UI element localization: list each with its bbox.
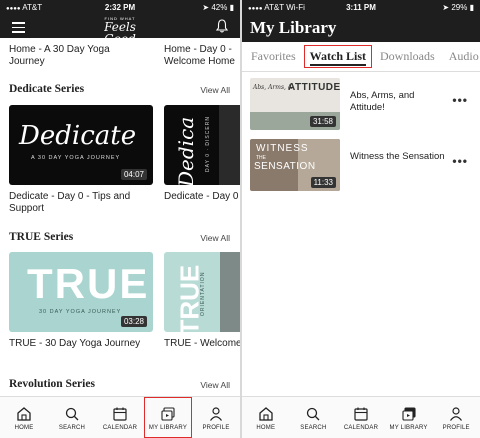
thumbnail-title: Dedicate [19,121,137,151]
view-all-link[interactable]: View All [200,85,230,95]
section-title-dedicate: Dedicate Series [9,83,85,95]
battery-percent: 29% [451,2,468,12]
video-title[interactable]: Dedicate - Day 0 [164,191,240,203]
signal-icon: ●●●● [248,5,263,12]
status-time: 3:11 PM [346,2,376,12]
thumbnail-subtitle: A 30 DAY YOGA JOURNEY [31,155,121,161]
library-screen: ●●●● AT&T Wi-Fi 3:11 PM ➤ 29% ▮ My Libra… [242,0,480,438]
home-screen: ●●●● AT&T 2:32 PM ➤ 42% ▮ FIND WHAT Feel… [0,0,240,438]
tab-home[interactable]: HOME [0,397,48,438]
video-title[interactable]: TRUE - Welcome [164,338,240,350]
video-title[interactable]: Home - Day 0 - Welcome Home [164,44,240,68]
tab-downloads[interactable]: Downloads [371,49,440,64]
search-icon [65,407,79,421]
thumbnail-image [220,252,240,332]
calendar-icon [354,407,368,421]
library-icon [402,407,416,421]
list-item[interactable]: Abs, Arms, & ATTITUDE 31:58 Abs, Arms, a… [250,78,472,130]
tab-my-library[interactable]: MY LIBRARY [144,397,192,438]
tab-label: PROFILE [202,425,230,431]
battery-icon: ▮ [229,2,234,12]
tab-label: MY LIBRARY [389,425,428,431]
video-thumbnail[interactable]: Dedica DAY 0 · DISCERN [164,105,240,185]
more-options-icon[interactable]: ••• [452,154,468,168]
tab-home[interactable]: HOME [242,397,290,438]
tab-label: MY LIBRARY [148,425,188,431]
tab-label: SEARCH [58,425,86,431]
library-subtabs: Favorites Watch List Downloads Audio [242,42,480,72]
duration-badge: 11:33 [310,177,336,188]
duration-badge: 31:58 [309,116,336,127]
search-icon [307,407,320,421]
calendar-icon [113,407,127,421]
tab-audio[interactable]: Audio [440,49,480,64]
video-title[interactable]: TRUE - 30 Day Yoga Journey [9,338,159,350]
bell-icon[interactable] [216,19,228,33]
carrier-label: AT&T Wi-Fi [264,2,305,12]
tab-profile[interactable]: PROFILE [432,397,480,438]
library-icon [161,407,175,421]
status-bar: ●●●● AT&T 2:32 PM ➤ 42% ▮ [0,0,240,14]
home-feed[interactable]: Home - A 30 Day Yoga Journey Home - Day … [0,38,240,396]
tab-label: HOME [14,425,34,431]
video-title[interactable]: Witness the Sensation [350,151,448,163]
tab-label: CALENDAR [343,425,379,431]
battery-icon: ▮ [469,2,474,12]
tab-calendar[interactable]: CALENDAR [337,397,385,438]
location-icon: ➤ [442,2,450,12]
thumbnail-title: ATTITUDE [288,82,340,93]
video-thumbnail[interactable]: WITNESS THE SENSATION 11:33 [250,139,340,191]
bottom-tab-bar: HOME SEARCH CALENDAR MY LIBRARY PROFILE [0,396,240,438]
tab-favorites[interactable]: Favorites [242,49,301,64]
tab-my-library[interactable]: MY LIBRARY [385,397,433,438]
video-title[interactable]: Abs, Arms, and Attitude! [350,90,448,114]
battery-percent: 42% [211,2,228,12]
video-thumbnail[interactable]: Abs, Arms, & ATTITUDE 31:58 [250,78,340,130]
tab-label: CALENDAR [102,425,138,431]
video-thumbnail[interactable]: TRUE 30 DAY YOGA JOURNEY 03:28 [9,252,153,332]
tab-label: PROFILE [442,425,470,431]
section-title-revolution: Revolution Series [9,378,95,390]
profile-icon [210,407,222,421]
thumbnail-title-2: SENSATION [254,161,316,172]
menu-icon[interactable] [12,22,25,33]
app-header: FIND WHAT Feels Good [0,14,240,45]
tab-search[interactable]: SEARCH [48,397,96,438]
tab-search[interactable]: SEARCH [290,397,338,438]
duration-badge: 03:28 [120,316,147,327]
video-title[interactable]: Dedicate - Day 0 - Tips and Support [9,191,153,215]
profile-icon [450,407,463,421]
tab-watch-list[interactable]: Watch List [303,45,373,68]
thumbnail-subtitle: ORIENTATION [200,271,206,316]
page-title: My Library [250,18,337,37]
location-icon: ➤ [202,2,210,12]
thumbnail-subtitle: 30 DAY YOGA JOURNEY [39,309,122,315]
view-all-link[interactable]: View All [200,380,230,390]
thumbnail-subtitle: DAY 0 · DISCERN [205,116,211,172]
status-bar: ●●●● AT&T Wi-Fi 3:11 PM ➤ 29% ▮ [242,0,480,14]
app-header: My Library [242,14,480,42]
section-title-true: TRUE Series [9,231,74,243]
thumbnail-title: Dedica [174,116,198,185]
tab-profile[interactable]: PROFILE [192,397,240,438]
more-options-icon[interactable]: ••• [452,93,468,107]
list-item[interactable]: WITNESS THE SENSATION 11:33 Witness the … [250,139,472,191]
home-icon [259,407,273,421]
bottom-tab-bar: HOME SEARCH CALENDAR MY LIBRARY PROFILE [242,396,480,438]
video-title[interactable]: Home - A 30 Day Yoga Journey [9,44,119,68]
thumbnail-image [219,105,240,185]
thumbnail-title: TRUE [27,260,150,307]
video-thumbnail[interactable]: TRUE ORIENTATION [164,252,240,332]
view-all-link[interactable]: View All [200,233,230,243]
tab-label: SEARCH [300,425,327,431]
status-time: 2:32 PM [104,2,136,12]
signal-icon: ●●●● [6,5,21,12]
carrier-label: AT&T [22,2,43,12]
thumbnail-title: WITNESS [256,143,309,154]
home-icon [17,407,31,421]
video-thumbnail[interactable]: Dedicate A 30 DAY YOGA JOURNEY 04:07 [9,105,153,185]
tab-calendar[interactable]: CALENDAR [96,397,144,438]
duration-badge: 04:07 [120,169,147,180]
tab-label: HOME [256,425,276,431]
